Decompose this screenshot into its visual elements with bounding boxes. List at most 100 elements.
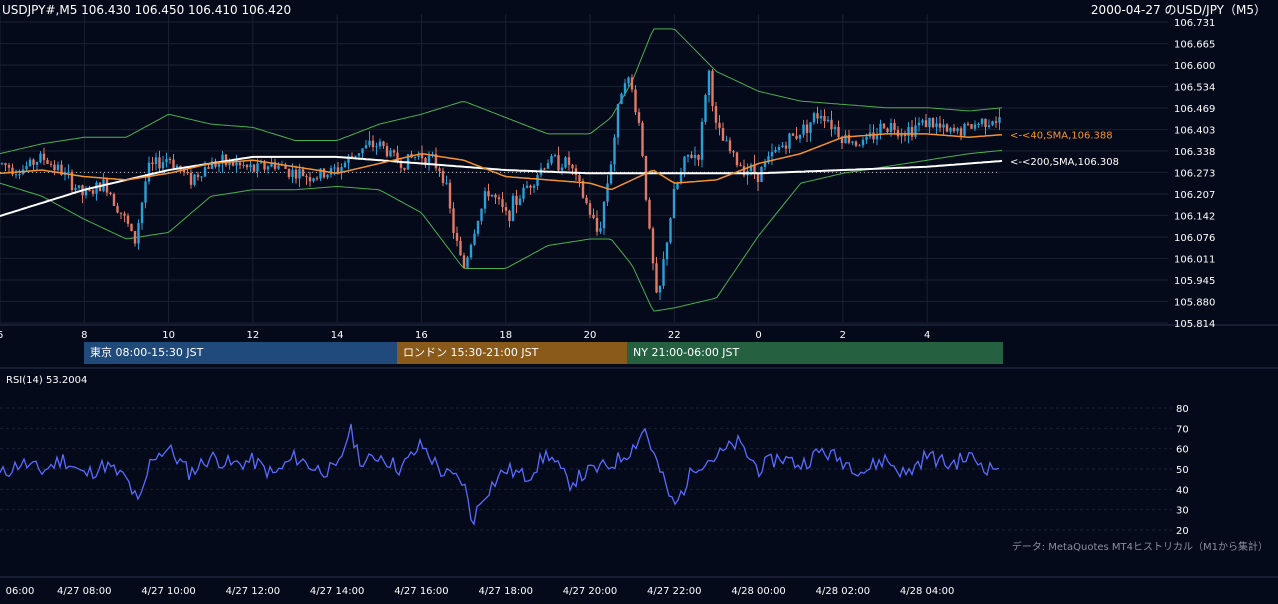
price-x-tick-label: 22 — [668, 330, 681, 341]
candle-body — [511, 195, 515, 221]
candle-body — [119, 212, 123, 214]
candle-body — [970, 124, 973, 129]
candle-body — [18, 174, 21, 176]
candle-body — [123, 213, 126, 216]
candle-body — [613, 137, 616, 165]
candle-body — [921, 120, 924, 123]
candle-body — [501, 199, 504, 208]
candle-body — [550, 155, 553, 164]
candle-body — [49, 163, 53, 165]
candle-body — [644, 155, 648, 200]
candle-body — [529, 185, 532, 188]
candle-body — [889, 123, 893, 133]
candle-body — [931, 117, 935, 128]
candle-body — [728, 140, 732, 152]
candle-body — [203, 167, 207, 177]
candle-body — [602, 201, 606, 229]
time-axis-label: 4/27 16:00 — [394, 586, 448, 597]
candle-body — [760, 166, 763, 182]
candle-body — [875, 135, 879, 140]
candle-body — [343, 162, 347, 168]
candle-body — [872, 132, 875, 140]
candle-body — [249, 164, 252, 168]
candle-body — [193, 174, 196, 185]
candle-body — [448, 182, 452, 209]
symbol-quote: USDJPY#,M5 106.430 106.450 106.410 106.4… — [2, 3, 292, 17]
candle-body — [665, 242, 669, 260]
time-axis-label: 06:00 — [6, 586, 35, 597]
candle-body — [735, 152, 739, 166]
candle-body — [32, 159, 35, 165]
candle-body — [497, 197, 501, 200]
candle-body — [224, 154, 228, 166]
candle-body — [473, 233, 476, 245]
candle-body — [350, 155, 354, 157]
time-axis-label: 4/28 00:00 — [731, 586, 785, 597]
candle-body — [88, 190, 91, 192]
time-axis-label: 4/27 08:00 — [57, 586, 111, 597]
candle-body — [945, 124, 949, 132]
candle-body — [963, 123, 966, 136]
candle-body — [683, 156, 686, 172]
candle-body — [518, 198, 522, 205]
candle-body — [266, 166, 270, 170]
candle-body — [623, 83, 627, 94]
candle-body — [595, 217, 599, 232]
candle-body — [7, 165, 11, 168]
candle-body — [515, 195, 518, 205]
candle-body — [998, 117, 1001, 123]
candle-body — [315, 178, 319, 180]
candle-body — [74, 187, 77, 191]
candle-body — [112, 194, 116, 206]
candle-body — [949, 127, 952, 132]
candle-body — [987, 125, 991, 127]
candle-body — [413, 156, 417, 158]
candle-body — [385, 146, 389, 157]
candle-body — [298, 169, 301, 179]
candle-body — [287, 168, 291, 177]
candle-body — [718, 122, 721, 129]
candle-body — [455, 233, 459, 241]
candle-body — [732, 151, 735, 153]
candle-body — [116, 205, 119, 213]
candle-body — [553, 155, 557, 157]
candle-body — [256, 163, 259, 172]
time-axis-label: 4/27 22:00 — [647, 586, 701, 597]
candle-body — [322, 168, 326, 178]
time-axis-label: 4/27 10:00 — [141, 586, 195, 597]
chart-svg: 106.731 106.665 106.600 106.534 106.469 106.4… — [0, 14, 1278, 597]
time-axis-label: 4/28 02:00 — [816, 586, 870, 597]
price-x-tick-label: 10 — [162, 330, 175, 341]
candle-body — [35, 161, 39, 165]
rsi-y-tick-label: 70 — [1176, 424, 1189, 435]
candle-body — [564, 157, 567, 168]
candle-body — [459, 240, 462, 256]
candle-body — [445, 182, 448, 184]
price-x-tick-label: 16 — [415, 330, 428, 341]
candle-body — [620, 93, 623, 105]
candle-body — [462, 255, 466, 268]
candle-body — [917, 122, 921, 126]
candle-body — [711, 70, 714, 107]
candle-body — [819, 115, 823, 119]
candle-body — [67, 171, 70, 173]
candle-body — [207, 167, 210, 169]
candle-body — [798, 134, 802, 139]
candle-body — [354, 155, 357, 157]
candle-body — [606, 183, 609, 202]
candle-body — [483, 191, 487, 209]
candle-body — [585, 197, 588, 204]
candle-body — [522, 187, 525, 199]
candle-body — [494, 194, 497, 198]
candle-body — [994, 121, 998, 123]
candle-body — [791, 133, 795, 136]
candle-body — [252, 164, 256, 172]
candle-body — [382, 141, 385, 147]
price-y-tick-label: 106.273 — [1174, 168, 1215, 179]
candle-body — [165, 159, 168, 163]
candle-body — [151, 162, 154, 165]
candle-body — [105, 179, 109, 193]
candle-body — [403, 167, 406, 170]
candle-body — [14, 174, 18, 176]
candle-body — [42, 153, 46, 160]
